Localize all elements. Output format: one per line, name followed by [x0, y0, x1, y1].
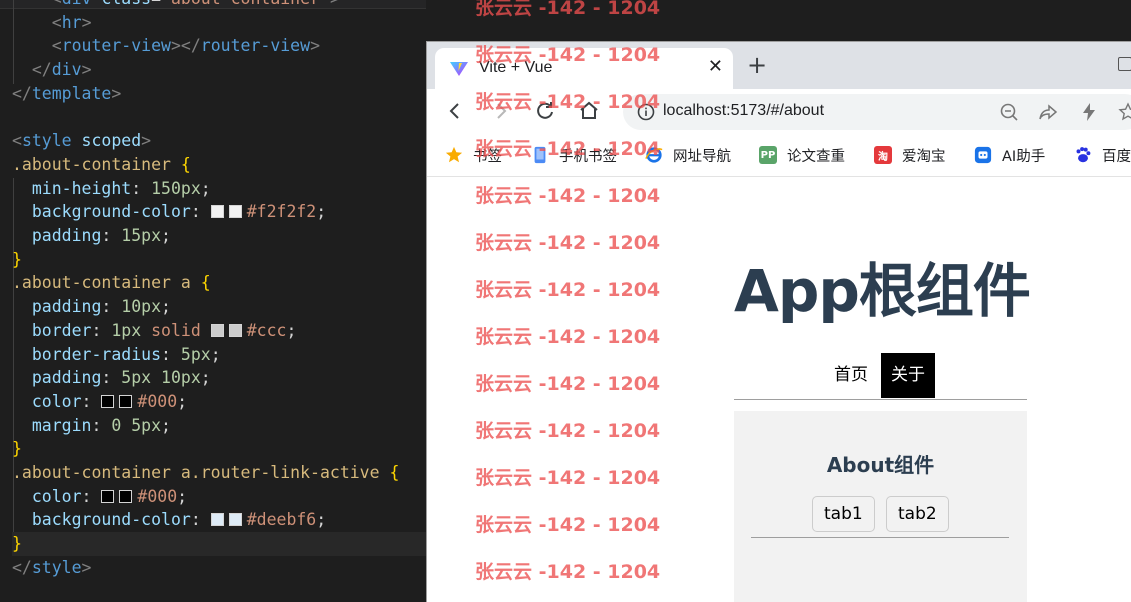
code-line: <style scoped>	[12, 131, 152, 151]
page-title: App根组件	[734, 257, 1031, 325]
bookmark-item[interactable]: 淘 爱淘宝	[874, 144, 946, 166]
code-line: margin: 0 5px;	[31, 415, 171, 435]
ie-icon	[645, 147, 663, 163]
about-divider	[751, 537, 1009, 538]
url-text[interactable]: localhost:5173/#/about	[663, 102, 824, 120]
bookmark-star-icon[interactable]	[1118, 102, 1131, 122]
code-line: background-color: #deebf6;	[31, 510, 327, 530]
bookmark-item[interactable]: AI助手	[974, 144, 1045, 166]
address-bar[interactable]: localhost:5173/#/about	[623, 94, 1131, 130]
code-line: padding: 5px 10px;	[31, 368, 211, 388]
color-swatch[interactable]	[101, 394, 115, 408]
code-line: color: #000;	[31, 391, 188, 411]
code-line: }	[12, 439, 22, 459]
close-tab-icon[interactable]: ✕	[708, 56, 723, 77]
color-swatch[interactable]	[228, 323, 242, 337]
bookmarks-bar: 书签 手机书签 网址导航 PP 论文查重 淘 爱淘宝 AI助手 百度	[427, 134, 1131, 177]
code-line: padding: 15px;	[31, 226, 171, 245]
code-line: padding: 10px;	[31, 297, 171, 317]
tab2-link[interactable]: tab2	[886, 496, 949, 532]
router-nav: 首页 关于	[734, 353, 1027, 400]
bookmark-label: 书签	[473, 148, 502, 165]
code-line: <hr>	[51, 12, 92, 32]
browser-window: Vite + Vue ✕ + localhost:5173/#/about 书签…	[426, 41, 1131, 602]
tab1-link[interactable]: tab1	[812, 496, 875, 532]
new-tab-button[interactable]: +	[747, 53, 767, 77]
window-restore-icon[interactable]	[1118, 57, 1131, 71]
code-line: </template>	[12, 83, 122, 103]
reload-icon[interactable]	[533, 99, 557, 123]
code-line: .about-container a.router-link-active {	[12, 463, 400, 482]
about-title: About组件	[826, 453, 935, 477]
browser-tab[interactable]: Vite + Vue ✕	[435, 48, 733, 89]
color-swatch[interactable]	[210, 205, 224, 219]
phone-icon	[534, 146, 546, 164]
color-swatch[interactable]	[210, 323, 224, 337]
home-icon[interactable]	[577, 99, 601, 123]
code-line: .about-container a {	[12, 273, 211, 293]
code-line: <div class="about-container">	[12, 0, 426, 11]
color-swatch[interactable]	[228, 513, 242, 527]
star-icon	[445, 146, 463, 163]
tab-title: Vite + Vue	[479, 59, 553, 76]
color-swatch[interactable]	[210, 513, 224, 527]
share-icon[interactable]	[1038, 102, 1058, 122]
nav-link-home[interactable]: 首页	[824, 353, 878, 398]
bookmark-label: 百度	[1102, 148, 1131, 165]
code-line: border: 1px solid #ccc;	[31, 320, 297, 340]
bookmark-item[interactable]: PP 论文查重	[759, 144, 845, 166]
nav-link-about[interactable]: 关于	[881, 353, 935, 398]
code-line: background-color: #f2f2f2;	[31, 202, 327, 222]
watermark-text: 张云云 -142 - 1204	[475, 0, 661, 19]
baidu-icon	[1076, 147, 1091, 163]
bookmark-item[interactable]: 手机书签	[531, 144, 617, 166]
code-line: border-radius: 5px;	[31, 344, 221, 364]
color-swatch[interactable]	[101, 489, 115, 503]
code-line: <router-view></router-view>	[51, 36, 320, 56]
zoom-out-icon[interactable]	[999, 102, 1019, 122]
back-arrow-icon[interactable]	[443, 99, 467, 123]
code-line: min-height: 150px;	[31, 178, 211, 198]
forward-arrow-icon[interactable]	[489, 99, 513, 123]
code-line: </div>	[31, 60, 92, 80]
code-line: .about-container {	[12, 154, 191, 174]
bookmark-item[interactable]: 网址导航	[645, 144, 731, 166]
vite-logo-icon	[450, 62, 468, 76]
browser-toolbar: localhost:5173/#/about	[427, 89, 1131, 134]
bookmark-label: 手机书签	[559, 148, 617, 165]
color-swatch[interactable]	[228, 205, 242, 219]
code-line: color: #000;	[31, 486, 188, 506]
color-swatch[interactable]	[119, 394, 133, 408]
bookmark-label: AI助手	[1002, 148, 1046, 165]
bookmark-item[interactable]: 百度	[1074, 144, 1131, 166]
color-swatch[interactable]	[119, 489, 133, 503]
lightning-icon[interactable]	[1079, 102, 1099, 122]
page-content: App根组件 首页 关于 About组件 tab1 tab2	[427, 177, 1131, 602]
bookmark-item[interactable]: 书签	[445, 144, 502, 166]
bookmark-label: 爱淘宝	[902, 148, 946, 165]
ai-icon	[974, 146, 992, 164]
code-editor[interactable]: <div class="about-container"> <hr> <rout…	[0, 0, 426, 595]
bookmark-label: 论文查重	[787, 148, 845, 165]
taobao-icon: 淘	[874, 146, 892, 164]
pp-icon: PP	[759, 146, 777, 164]
code-line: </style>	[12, 557, 92, 577]
bookmark-label: 网址导航	[673, 148, 731, 165]
code-line: }	[12, 532, 426, 557]
code-line: }	[12, 249, 22, 269]
tab-strip: Vite + Vue ✕ +	[427, 42, 1131, 89]
info-icon[interactable]	[637, 103, 655, 121]
about-container: About组件 tab1 tab2	[734, 411, 1027, 602]
